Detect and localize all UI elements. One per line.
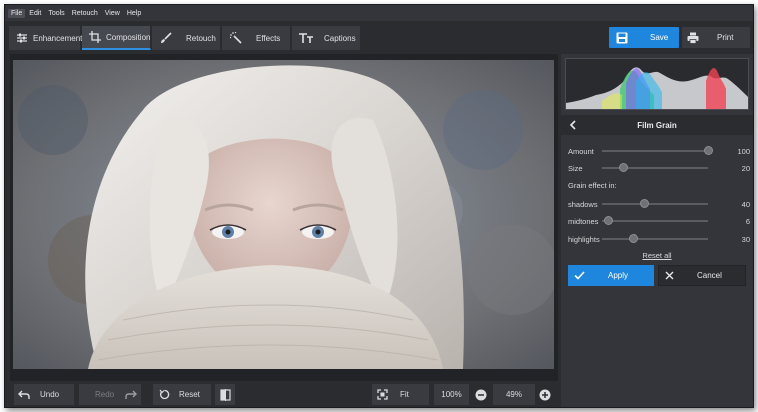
midtones-slider[interactable]: midtones 6: [568, 215, 750, 227]
zoom-100-label: 100%: [441, 390, 462, 399]
print-label: Print: [717, 33, 734, 42]
image-canvas[interactable]: [10, 54, 558, 381]
fit-button[interactable]: Fit: [372, 384, 429, 405]
crop-icon: [89, 30, 101, 44]
cancel-label: Cancel: [697, 271, 722, 280]
amount-label: Amount: [568, 146, 594, 156]
fit-label: Fit: [400, 390, 409, 399]
reset-icon: [158, 389, 170, 401]
histogram: [565, 58, 749, 110]
midtones-value: 6: [745, 216, 750, 226]
grain-section-label: Grain effect in:: [568, 181, 617, 190]
amount-value: 100: [737, 146, 750, 156]
size-label: Size: [568, 163, 583, 173]
midtones-track[interactable]: [602, 220, 708, 222]
tab-enhancement[interactable]: Enhancement: [9, 26, 83, 50]
undo-icon: [18, 389, 30, 401]
shadows-label: shadows: [568, 199, 598, 209]
menu-edit[interactable]: Edit: [26, 9, 44, 18]
size-slider[interactable]: Size 20: [568, 162, 750, 174]
reset-label: Reset: [179, 390, 200, 399]
highlights-knob[interactable]: [629, 234, 639, 243]
printer-icon: [687, 32, 699, 44]
shadows-value: 40: [741, 199, 750, 209]
size-value: 20: [741, 163, 750, 173]
magic-wand-icon: [229, 31, 243, 45]
tab-composition-label: Composition: [106, 32, 151, 42]
tab-retouch[interactable]: Retouch: [152, 26, 221, 50]
tab-effects[interactable]: Effects: [222, 26, 291, 50]
cancel-button[interactable]: Cancel: [658, 265, 746, 286]
undo-label: Undo: [40, 390, 60, 399]
text-icon: [299, 31, 313, 45]
tab-composition[interactable]: Composition: [82, 26, 151, 50]
zoom-in-icon[interactable]: [539, 389, 551, 401]
menu-help[interactable]: Help: [124, 9, 144, 18]
tab-bar: Enhancement Composition Retouch Effects …: [5, 23, 753, 51]
apply-label: Apply: [608, 271, 629, 280]
highlights-track[interactable]: [602, 238, 708, 240]
highlights-label: highlights: [568, 234, 600, 244]
midtones-knob[interactable]: [603, 216, 613, 225]
size-knob[interactable]: [618, 163, 628, 172]
shadows-knob[interactable]: [639, 199, 649, 208]
tab-effects-label: Effects: [256, 33, 281, 43]
compare-icon: [219, 388, 231, 401]
highlights-value: 30: [741, 234, 750, 244]
reset-all-link[interactable]: Reset all: [642, 251, 671, 260]
tab-captions[interactable]: Captions: [292, 26, 361, 50]
shadows-slider[interactable]: shadows 40: [568, 198, 750, 210]
sliders-icon: [16, 31, 28, 45]
redo-label: Redo: [95, 390, 115, 399]
close-icon: [665, 270, 677, 282]
menu-file[interactable]: File: [8, 8, 26, 18]
photo-preview[interactable]: [13, 60, 554, 369]
reset-button[interactable]: Reset: [153, 384, 211, 405]
amount-knob[interactable]: [703, 146, 713, 155]
print-button[interactable]: Print: [682, 27, 750, 48]
adjustment-panel: Film Grain Amount 100 Size 20 Grain effe…: [561, 54, 753, 407]
menu-tools[interactable]: Tools: [45, 9, 67, 18]
menu-bar: File Edit Tools Retouch View Help: [5, 5, 753, 21]
check-icon: [574, 270, 586, 282]
bottom-toolbar: Undo Redo Reset Fit 100% 49%: [10, 382, 558, 407]
tab-enhancement-label: Enhancement: [33, 33, 83, 43]
amount-slider[interactable]: Amount 100: [568, 145, 750, 157]
save-icon: [616, 32, 628, 44]
zoom-out-icon[interactable]: [475, 389, 487, 401]
undo-button[interactable]: Undo: [14, 384, 74, 405]
menu-retouch[interactable]: Retouch: [69, 9, 101, 18]
fit-screen-icon: [376, 389, 388, 401]
panel-title: Film Grain: [637, 120, 677, 130]
back-arrow-icon[interactable]: [567, 119, 579, 131]
zoom-control: 49%: [473, 384, 553, 405]
tab-captions-label: Captions: [324, 33, 356, 43]
redo-icon: [125, 389, 138, 401]
tab-retouch-label: Retouch: [186, 33, 216, 43]
panel-header: Film Grain: [561, 115, 753, 135]
size-track[interactable]: [602, 167, 708, 169]
reset-all-link-wrap: Reset all: [561, 251, 753, 260]
save-label: Save: [650, 33, 669, 42]
highlights-slider[interactable]: highlights 30: [568, 233, 750, 245]
redo-button[interactable]: Redo: [79, 384, 141, 405]
shadows-track[interactable]: [602, 203, 708, 205]
zoom-value[interactable]: 49%: [493, 384, 535, 405]
app-window: File Edit Tools Retouch View Help Enhanc…: [4, 4, 754, 408]
apply-button[interactable]: Apply: [568, 265, 654, 286]
brush-icon: [159, 31, 173, 45]
compare-button[interactable]: [215, 384, 235, 405]
save-button[interactable]: Save: [609, 27, 679, 48]
amount-track[interactable]: [602, 150, 708, 152]
menu-view[interactable]: View: [102, 9, 123, 18]
midtones-label: midtones: [568, 216, 599, 226]
zoom-100-button[interactable]: 100%: [434, 384, 469, 405]
